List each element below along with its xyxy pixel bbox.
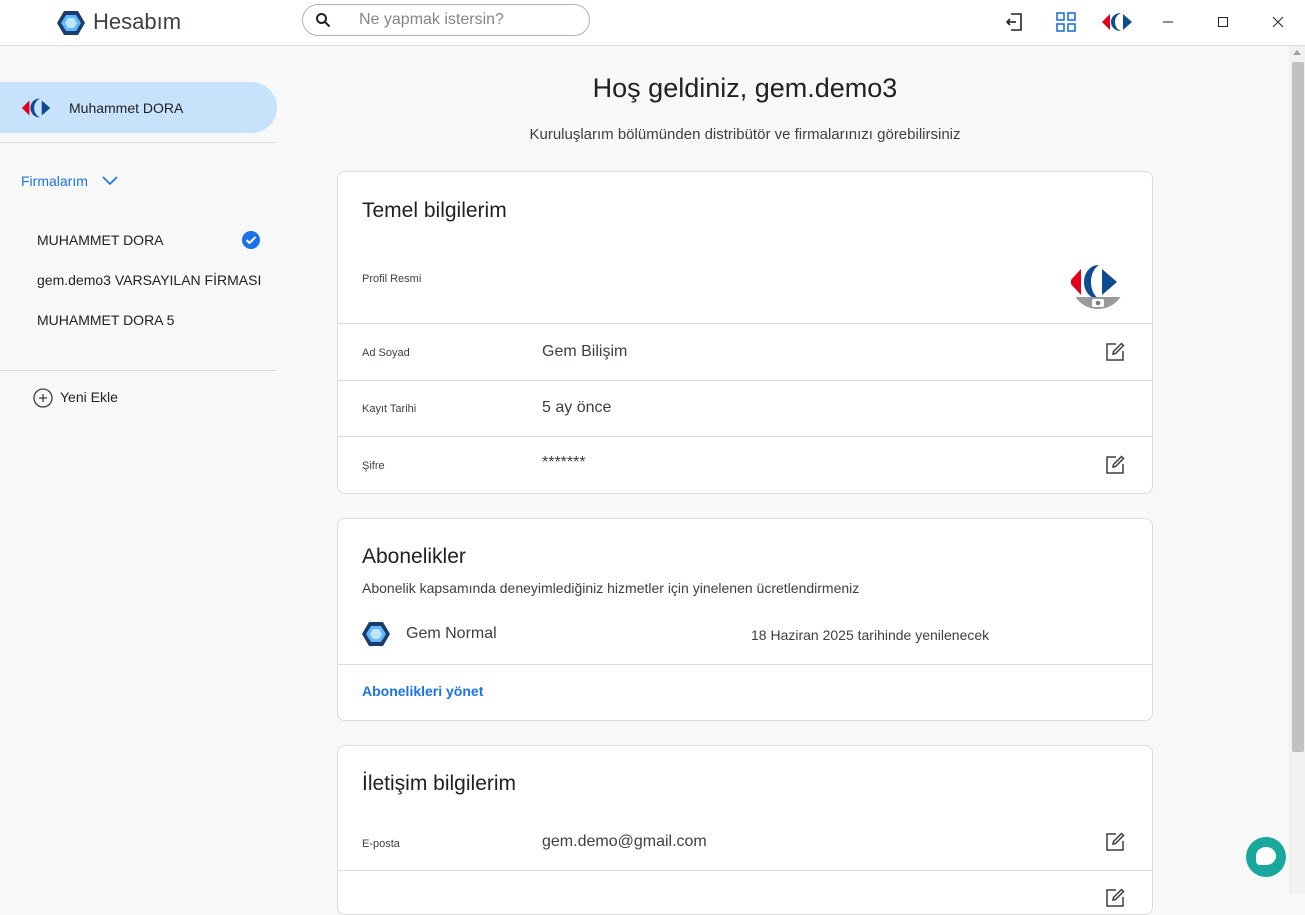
camera-icon (1092, 299, 1104, 307)
card-title: İletişim bilgilerim (362, 772, 517, 795)
app-title: Hesabım (93, 9, 182, 34)
edit-icon[interactable] (1104, 887, 1126, 909)
divider (338, 380, 1152, 381)
password-label: Şifre (362, 460, 385, 472)
user-name: Muhammet DORA (69, 100, 184, 116)
close-icon[interactable] (1267, 11, 1289, 33)
search-box[interactable] (302, 4, 590, 36)
divider (338, 323, 1152, 324)
company-logo-icon[interactable] (1100, 11, 1136, 33)
add-new-label: Yeni Ekle (60, 389, 118, 405)
title-bar: Hesabım (0, 0, 1305, 46)
divider (0, 142, 277, 143)
edit-icon[interactable] (1104, 454, 1126, 476)
scroll-up-icon[interactable] (1293, 50, 1301, 55)
user-company-logo-icon (21, 98, 51, 118)
profile-avatar[interactable] (1067, 255, 1129, 309)
name-value: Gem Bilişim (542, 343, 628, 360)
edit-icon[interactable] (1104, 831, 1126, 853)
card-title: Temel bilgilerim (362, 199, 507, 222)
divider (338, 870, 1152, 871)
maximize-icon[interactable] (1212, 11, 1234, 33)
firm-item[interactable]: MUHAMMET DORA (37, 232, 164, 248)
email-label: E-posta (362, 838, 400, 850)
firms-label: Firmalarım (21, 173, 88, 189)
check-circle-icon (242, 231, 260, 249)
divider (338, 664, 1152, 665)
chat-button[interactable] (1246, 837, 1286, 877)
subscriptions-description: Abonelik kapsamında deneyimlediğiniz hiz… (362, 580, 860, 596)
firm-item[interactable]: gem.demo3 VARSAYILAN FİRMASI (37, 272, 261, 288)
chevron-down-icon (102, 176, 118, 186)
divider (0, 370, 277, 371)
registration-date-value: 5 ay önce (542, 399, 612, 416)
minimize-icon[interactable] (1157, 11, 1179, 33)
welcome-heading: Hoş geldiniz, gem.demo3 (592, 73, 898, 103)
app-logo-icon (57, 11, 85, 35)
email-value: gem.demo@gmail.com (542, 833, 707, 850)
current-user-item[interactable]: Muhammet DORA (0, 82, 277, 133)
subscription-renewal: 18 Haziran 2025 tarihinde yenilenecek (751, 627, 990, 643)
plus-circle-icon (33, 388, 53, 408)
name-label: Ad Soyad (362, 347, 410, 359)
gem-logo-icon (362, 622, 390, 646)
subscription-name: Gem Normal (406, 625, 497, 642)
card-title: Abonelikler (362, 545, 466, 568)
divider (338, 436, 1152, 437)
contact-info-card: İletişim bilgilerim E-posta gem.demo@gma… (337, 745, 1153, 915)
scrollbar-thumb[interactable] (1292, 62, 1304, 752)
apps-grid-icon[interactable] (1055, 11, 1077, 33)
edit-icon[interactable] (1104, 341, 1126, 363)
search-input[interactable] (359, 10, 579, 30)
logout-icon[interactable] (1003, 11, 1025, 33)
basic-info-card: Temel bilgilerim Profil Resmi Ad Soyad G… (337, 171, 1153, 494)
chat-bubble-icon (1256, 847, 1276, 865)
password-value: ******* (542, 454, 586, 471)
firm-item[interactable]: MUHAMMET DORA 5 (37, 312, 174, 328)
subscriptions-card: Abonelikler Abonelik kapsamında deneyiml… (337, 518, 1153, 721)
welcome-subtitle: Kuruluşlarım bölümünden distribütör ve f… (529, 126, 961, 143)
profile-photo-label: Profil Resmi (362, 273, 422, 285)
registration-date-label: Kayıt Tarihi (362, 403, 417, 415)
manage-subscriptions-link[interactable]: Abonelikleri yönet (362, 683, 483, 699)
search-icon (316, 13, 331, 28)
